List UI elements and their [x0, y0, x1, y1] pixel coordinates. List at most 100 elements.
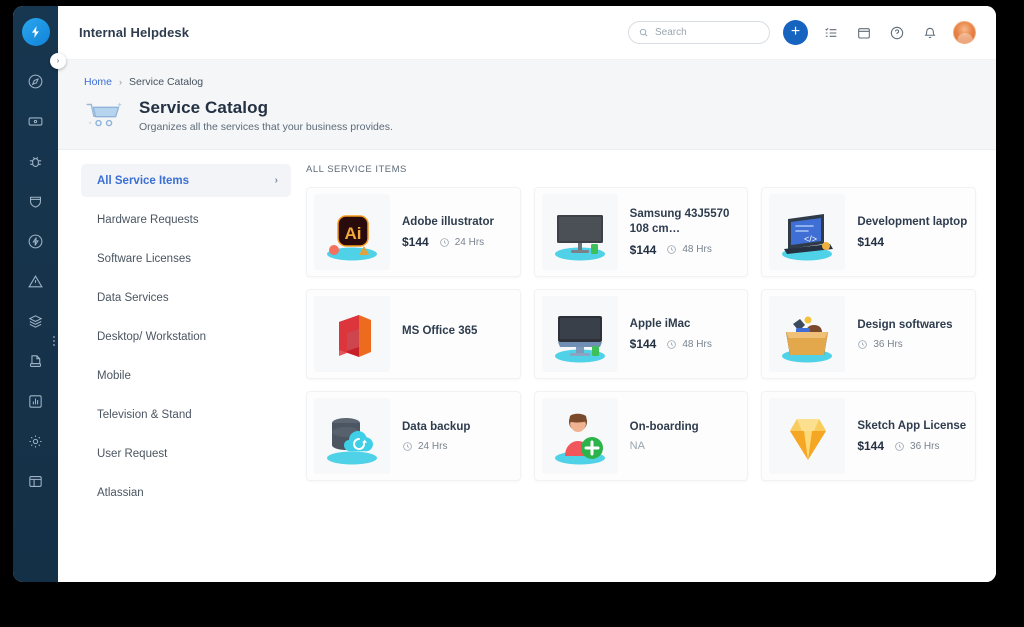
- service-item-price: $144: [857, 439, 885, 454]
- design-box-icon: [769, 296, 846, 372]
- more-vertical-icon: [53, 340, 55, 342]
- category-item[interactable]: User Request: [81, 437, 291, 470]
- sidebar-item-problems[interactable]: [19, 146, 53, 176]
- layers-icon: [28, 314, 43, 328]
- page-title-row: Service Catalog Organizes all the servic…: [84, 97, 972, 133]
- help-button[interactable]: [887, 23, 907, 43]
- service-item-details: Data backup 24 Hrs: [390, 420, 470, 452]
- service-item-duration-label: 36 Hrs: [873, 338, 903, 350]
- category-item[interactable]: Atlassian: [81, 476, 291, 509]
- service-item-price: $144: [857, 235, 885, 250]
- app-window: › Internal Helpdesk Search + Home › Serv…: [13, 6, 996, 582]
- service-item-card[interactable]: Sketch App License $144 36 Hrs: [761, 391, 976, 481]
- table-icon: [29, 475, 42, 487]
- service-item-card[interactable]: Data backup 24 Hrs: [306, 391, 521, 481]
- warning-triangle-icon: [28, 274, 43, 287]
- sidebar-item-tickets[interactable]: [19, 106, 53, 136]
- service-item-price: $144: [402, 235, 429, 250]
- sidebar-item-dashboard[interactable]: [19, 66, 53, 96]
- search-box[interactable]: [628, 21, 770, 44]
- catalog-grid: Ai Adobe illustrator $144 24 Hrs Samsung 43J…: [306, 187, 976, 481]
- sidebar-item-incidents[interactable]: [19, 226, 53, 256]
- sketch-diamond-icon: [769, 398, 846, 474]
- service-item-details: Samsung 43J5570 108 cm… $144 48 Hrs: [618, 207, 741, 256]
- breadcrumb-home[interactable]: Home: [84, 76, 112, 88]
- rail-overflow-menu[interactable]: [53, 336, 55, 346]
- catalog-area: ALL SERVICE ITEMS Ai Adobe illustrator $14…: [306, 150, 996, 582]
- search-input[interactable]: [655, 27, 760, 38]
- catalog-caption: ALL SERVICE ITEMS: [306, 164, 407, 175]
- add-button[interactable]: +: [783, 20, 808, 45]
- user-avatar[interactable]: [953, 21, 976, 44]
- service-item-duration: 48 Hrs: [666, 244, 712, 256]
- service-item-name: Adobe illustrator: [402, 215, 495, 228]
- category-item[interactable]: Hardware Requests: [81, 203, 291, 236]
- user-add-icon: [541, 398, 618, 474]
- service-item-name: Apple iMac: [629, 317, 691, 330]
- rail-collapse-toggle[interactable]: ›: [50, 53, 66, 69]
- breadcrumb: Home › Service Catalog: [84, 76, 972, 88]
- category-item[interactable]: Desktop/ Workstation: [81, 320, 291, 353]
- calendar-button[interactable]: [854, 23, 874, 43]
- clock-icon: [895, 442, 904, 451]
- chevron-right-icon: ›: [56, 56, 60, 65]
- category-item-label: User Request: [97, 447, 168, 460]
- sidebar-item-assets[interactable]: [19, 306, 53, 336]
- sidebar-item-knowledge[interactable]: [19, 346, 53, 376]
- service-item-name: Design softwares: [857, 319, 953, 332]
- category-item[interactable]: All Service Items ›: [81, 164, 291, 197]
- svg-text:Ai: Ai: [345, 224, 362, 243]
- service-item-card[interactable]: MS Office 365: [306, 289, 521, 379]
- category-item[interactable]: Television & Stand: [81, 398, 291, 431]
- sidebar-item-changes[interactable]: [19, 186, 53, 216]
- service-item-name: On-boarding: [629, 420, 699, 433]
- sidebar-item-workspace[interactable]: [19, 466, 53, 496]
- service-item-meta: 24 Hrs: [402, 441, 470, 452]
- service-item-card[interactable]: On-boarding NA: [533, 391, 749, 481]
- service-item-duration-label: 48 Hrs: [682, 244, 712, 256]
- laptop-code-icon: </>: [769, 194, 846, 270]
- plus-icon: +: [790, 22, 801, 40]
- ms-office-icon: [314, 296, 390, 372]
- service-item-meta: $144 24 Hrs: [402, 235, 494, 249]
- sidebar-item-alerts[interactable]: [19, 266, 53, 296]
- service-item-meta: NA: [630, 440, 699, 452]
- service-item-card[interactable]: </> Development laptop $144: [761, 187, 976, 277]
- service-item-card[interactable]: Ai Adobe illustrator $144 24 Hrs: [306, 187, 521, 277]
- bug-icon: [29, 156, 42, 167]
- left-icon-rail: ›: [13, 6, 66, 582]
- app-logo[interactable]: [21, 18, 50, 46]
- service-item-duration: 36 Hrs: [857, 338, 903, 350]
- page-header: Home › Service Catalog Service Catalog O…: [58, 60, 996, 150]
- clock-icon: [403, 442, 412, 451]
- service-item-price-na: NA: [629, 440, 645, 453]
- category-item-label: Desktop/ Workstation: [97, 330, 207, 343]
- checklist-icon: [825, 27, 837, 37]
- sidebar-item-settings[interactable]: [19, 426, 53, 456]
- service-item-duration: 24 Hrs: [439, 237, 484, 248]
- service-item-meta: $144 48 Hrs: [630, 243, 741, 257]
- category-item[interactable]: Data Services: [81, 281, 291, 314]
- service-item-details: Adobe illustrator $144 24 Hrs: [390, 215, 494, 250]
- document-icon: [30, 354, 41, 367]
- checklist-button[interactable]: [821, 23, 841, 43]
- service-item-card[interactable]: Apple iMac $144 48 Hrs: [533, 289, 749, 379]
- shield-icon: [30, 196, 41, 208]
- service-item-meta: $144 48 Hrs: [630, 337, 712, 351]
- service-item-card[interactable]: Samsung 43J5570 108 cm… $144 48 Hrs: [533, 187, 749, 277]
- clock-icon: [439, 238, 449, 247]
- bell-icon: [924, 27, 936, 38]
- television-icon: [541, 194, 618, 270]
- category-item[interactable]: Software Licenses: [81, 242, 291, 275]
- category-item[interactable]: Mobile: [81, 359, 291, 392]
- service-item-duration: 48 Hrs: [666, 339, 712, 350]
- clock-icon: [667, 245, 677, 255]
- sidebar-item-reports[interactable]: [19, 386, 53, 416]
- category-item-label: Hardware Requests: [97, 213, 199, 226]
- search-icon: [639, 28, 648, 37]
- notifications-button[interactable]: [920, 23, 940, 43]
- service-item-duration-label: 24 Hrs: [418, 440, 448, 452]
- service-item-name: Sketch App License: [857, 419, 967, 432]
- service-item-card[interactable]: Design softwares 36 Hrs: [761, 289, 976, 379]
- imac-icon: [541, 296, 618, 372]
